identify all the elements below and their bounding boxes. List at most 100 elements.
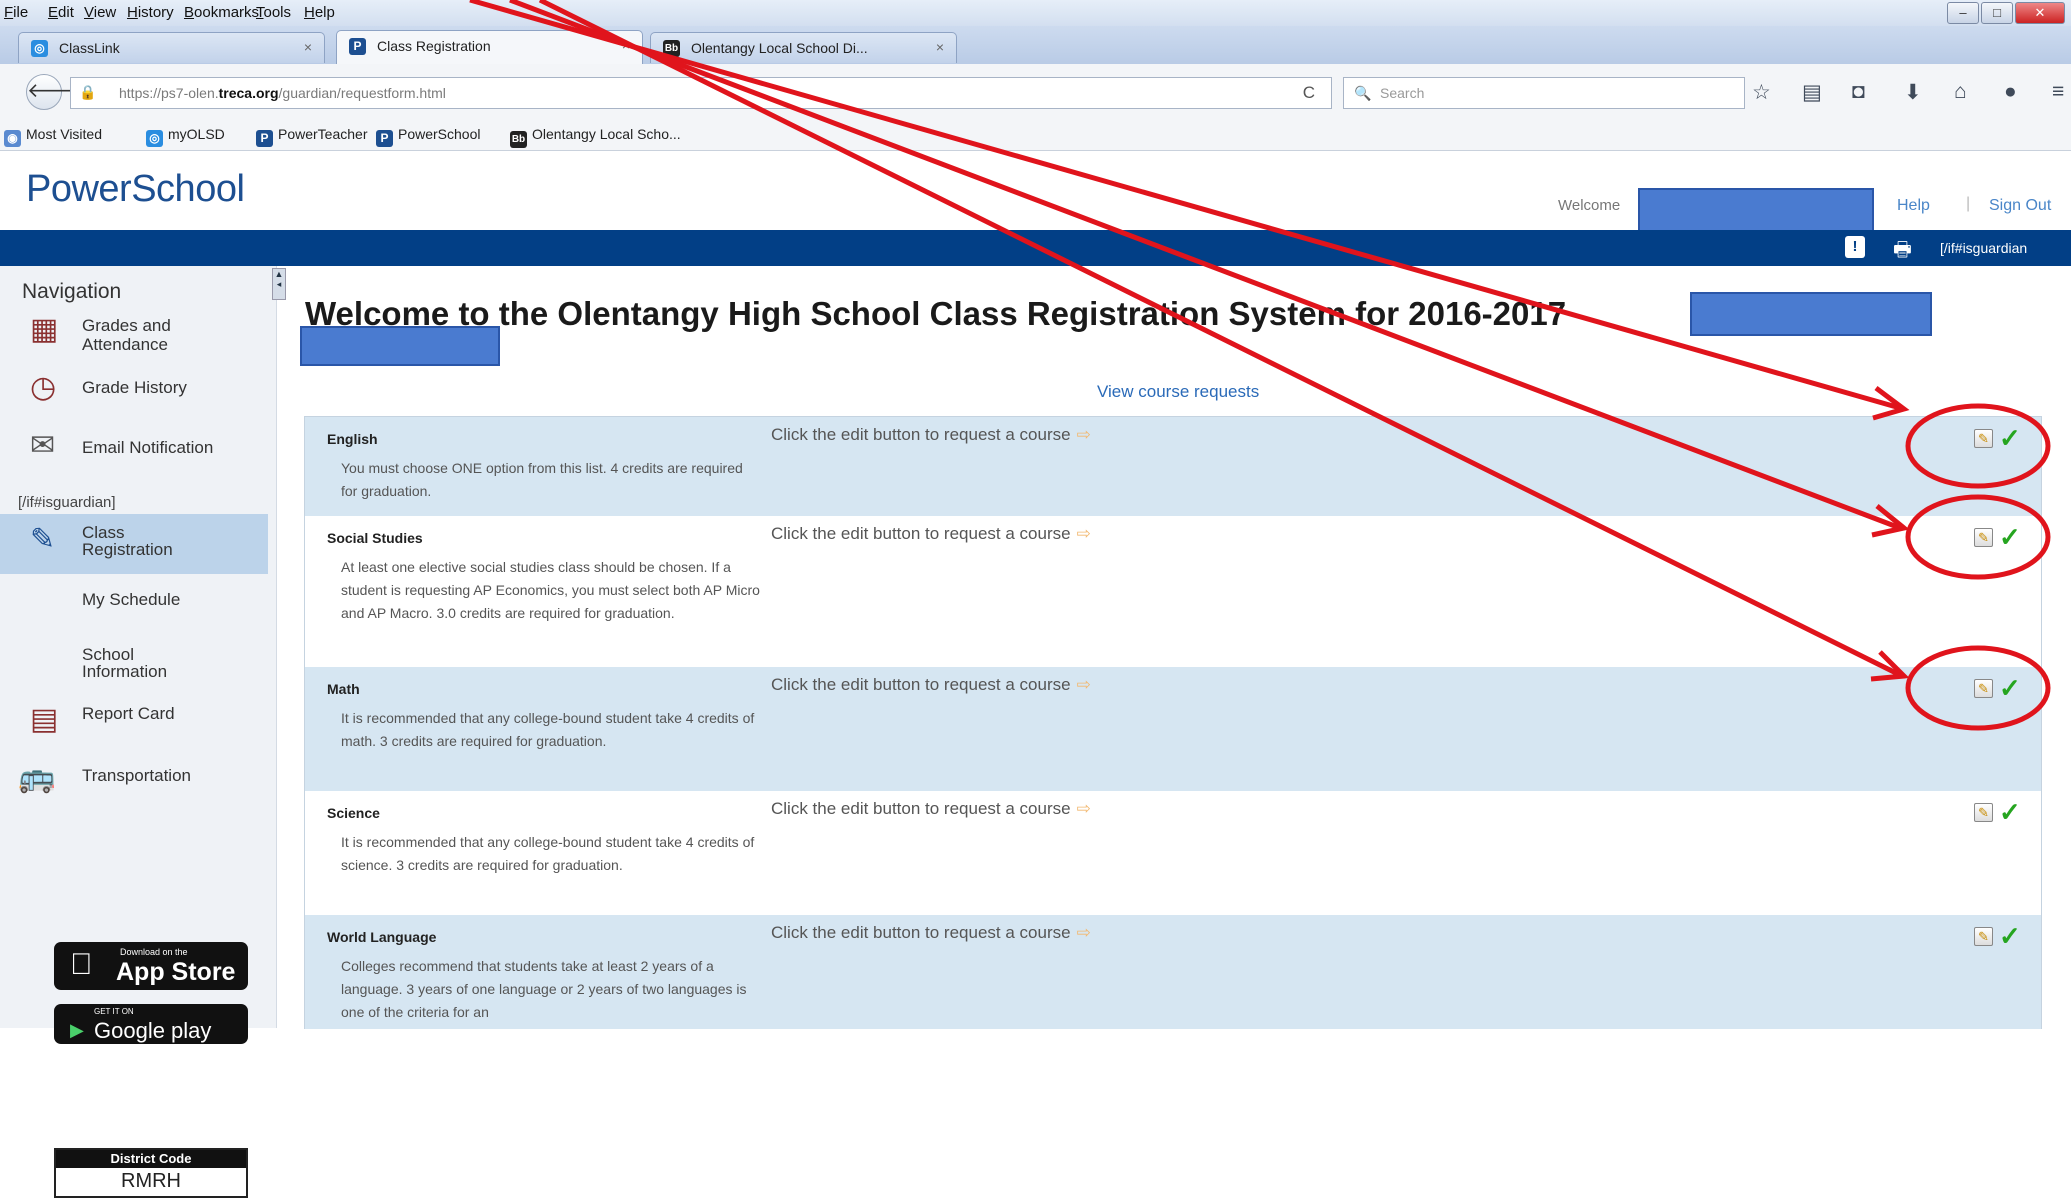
sidebar: Navigation [/if#isguardian] ▦ Grades and…	[0, 266, 277, 1198]
pocket-icon[interactable]: ◘	[1852, 80, 1865, 104]
play-icon: ▶	[70, 1020, 84, 1040]
minimize-icon[interactable]: –	[1947, 2, 1979, 24]
subject-description: It is recommended that any college-bound…	[341, 834, 755, 873]
sidebar-collapse-toggle[interactable]: ▲ ◂	[272, 268, 286, 300]
google-play-small-label: GET IT ON	[94, 1007, 134, 1016]
bookmark-most-visited[interactable]: ◉ Most Visited	[4, 126, 102, 147]
app-store-small-label: Download on the	[120, 947, 188, 957]
tab-olentangy[interactable]: Bb Olentangy Local School Di... ×	[650, 32, 957, 63]
menu-edit[interactable]: Edit	[48, 4, 74, 21]
chat-icon[interactable]: ●	[2004, 80, 2017, 104]
bookmark-label: PowerSchool	[398, 126, 481, 142]
search-input[interactable]: 🔍 Search	[1343, 77, 1745, 109]
bus-icon: 🚌	[18, 761, 56, 794]
bookmark-powerteacher[interactable]: P PowerTeacher	[256, 126, 368, 147]
window-controls: – □ ✕	[1941, 0, 2071, 24]
url-text: https://ps7-olen.treca.org/guardian/requ…	[119, 85, 446, 101]
annotation-arrowhead	[1872, 386, 1910, 421]
menu-icon[interactable]: ≡	[2052, 80, 2064, 104]
url-bar[interactable]: 🔒 https://ps7-olen.treca.org/guardian/re…	[70, 77, 1332, 109]
close-icon[interactable]: ✕	[2015, 2, 2065, 24]
help-link[interactable]: Help	[1897, 197, 1930, 215]
menu-bookmarks[interactable]: Bookmarks	[184, 4, 259, 21]
tab-label: Olentangy Local School Di...	[691, 40, 868, 56]
sidebar-item-label: Report Card	[82, 704, 175, 723]
report-card-icon: ▤	[30, 703, 59, 736]
edit-icon[interactable]: ✎	[1974, 429, 1993, 448]
powerschool-icon: P	[376, 130, 393, 147]
download-icon[interactable]: ⬇	[1904, 80, 1922, 105]
search-placeholder: Search	[1380, 85, 1425, 101]
bookmark-powerschool[interactable]: P PowerSchool	[376, 126, 481, 147]
sidebar-item-label: Transportation	[82, 766, 191, 785]
tab-class-registration[interactable]: P Class Registration ×	[336, 30, 643, 65]
tab-close-icon[interactable]: ×	[304, 39, 312, 55]
google-play-button[interactable]: ▶ GET IT ON Google play	[54, 1004, 248, 1044]
back-button[interactable]: 🡐	[26, 74, 81, 110]
sidebar-item-label: Grade History	[82, 378, 187, 397]
email-icon: ✉	[30, 429, 56, 462]
table-row-social-studies: Social Studies At least one elective soc…	[305, 516, 2041, 667]
most-visited-icon: ◉	[4, 130, 21, 147]
menu-view[interactable]: View	[84, 4, 116, 21]
sidebar-item-label: My Schedule	[82, 590, 181, 609]
sidebar-item-grade-history[interactable]: ◷ Grade History	[0, 370, 268, 420]
tab-close-icon[interactable]: ×	[622, 37, 630, 53]
edit-icon[interactable]: ✎	[1974, 927, 1993, 946]
check-icon[interactable]: ✓	[1999, 673, 2021, 704]
check-icon[interactable]: ✓	[1999, 423, 2021, 454]
table-row-english: English You must choose ONE option from …	[305, 417, 2041, 516]
view-course-requests-link[interactable]: View course requests	[1097, 382, 1259, 402]
subject-name: Science	[327, 805, 380, 821]
arrow-right-icon: ⇨	[1076, 524, 1091, 543]
powerschool-logo[interactable]: PowerSchool	[26, 168, 245, 211]
classlink-icon: ◎	[31, 40, 48, 57]
reading-list-icon[interactable]: ▤	[1802, 80, 1822, 105]
google-play-label: Google play	[94, 1018, 212, 1043]
arrow-right-icon: ⇨	[1076, 675, 1091, 694]
bookmark-myolsd[interactable]: ◎ myOLSD	[146, 126, 225, 147]
bookmark-olentangy[interactable]: Bb Olentangy Local Scho...	[510, 126, 681, 148]
tab-classlink[interactable]: ◎ ClassLink ×	[18, 32, 325, 63]
edit-icon[interactable]: ✎	[1974, 803, 1993, 822]
menu-tools[interactable]: Tools	[256, 4, 291, 21]
sidebar-item-school-information[interactable]: School Information	[0, 638, 268, 688]
bookmark-label: myOLSD	[168, 126, 225, 142]
table-row-science: Science It is recommended that any colle…	[305, 791, 2041, 915]
check-icon[interactable]: ✓	[1999, 921, 2021, 952]
sidebar-item-label: School Information	[82, 645, 168, 681]
table-row-world-language: World Language Colleges recommend that s…	[305, 915, 2041, 1029]
maximize-icon[interactable]: □	[1981, 2, 2013, 24]
reload-icon[interactable]: C	[1303, 83, 1315, 103]
bookmark-label: Most Visited	[26, 126, 102, 142]
app-store-button[interactable]:  Download on the App Store	[54, 942, 248, 990]
sidebar-item-report-card[interactable]: ▤ Report Card	[0, 696, 268, 746]
menu-help[interactable]: Help	[304, 4, 335, 21]
sidebar-item-email-notification[interactable]: ✉ Email Notification	[0, 428, 268, 478]
sidebar-item-label: Email Notification	[82, 438, 214, 457]
bookmark-label: PowerTeacher	[278, 126, 368, 142]
edit-icon[interactable]: ✎	[1974, 679, 1993, 698]
sidebar-item-grades-attendance[interactable]: ▦ Grades and Attendance	[0, 312, 268, 362]
menu-history[interactable]: History	[127, 4, 174, 21]
grade-history-icon: ◷	[30, 371, 57, 404]
print-icon[interactable]: 🖶	[1893, 235, 1912, 269]
alert-icon[interactable]: !	[1845, 236, 1865, 258]
sidebar-item-label: Grades and Attendance	[82, 316, 171, 354]
sign-out-link[interactable]: Sign Out	[1989, 197, 2051, 215]
check-icon[interactable]: ✓	[1999, 797, 2021, 828]
menu-file[interactable]: File	[4, 4, 28, 21]
edit-icon[interactable]: ✎	[1974, 528, 1993, 547]
check-icon[interactable]: ✓	[1999, 522, 2021, 553]
sidebar-item-transportation[interactable]: 🚌 Transportation	[0, 754, 268, 804]
tab-close-icon[interactable]: ×	[936, 39, 944, 55]
lock-icon: 🔒	[79, 84, 97, 100]
district-code-box: District Code RMRH	[54, 1148, 248, 1198]
powerschool-icon: P	[349, 38, 366, 55]
sidebar-item-class-registration[interactable]: ✎ Class Registration	[0, 518, 268, 572]
subject-name: World Language	[327, 929, 437, 945]
star-icon[interactable]: ☆	[1752, 80, 1771, 105]
subject-name: English	[327, 431, 378, 447]
home-icon[interactable]: ⌂	[1954, 80, 1967, 104]
sidebar-item-my-schedule[interactable]: My Schedule	[0, 578, 268, 618]
